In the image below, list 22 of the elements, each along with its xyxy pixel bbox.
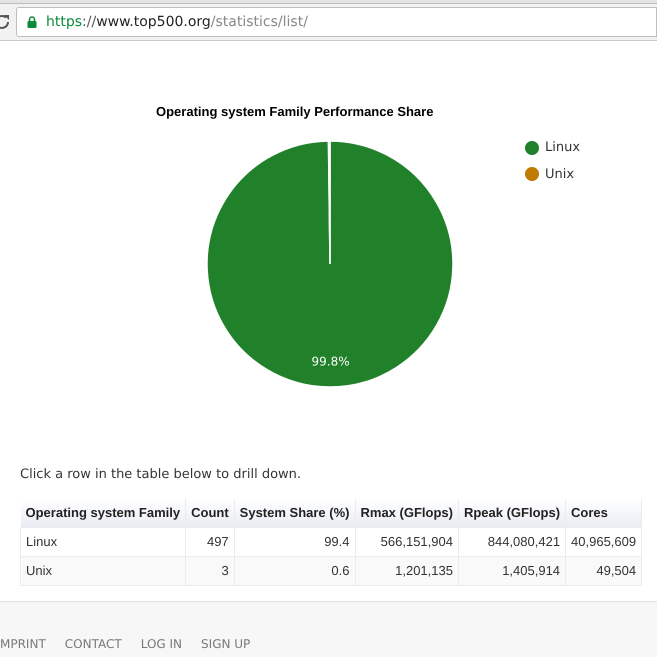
table-row[interactable]: Linux 497 99.4 566,151,904 844,080,421 40,965,609: [20, 528, 642, 556]
table-cell: 1,405,914: [458, 556, 566, 586]
table-cell: 0.6: [234, 556, 355, 586]
instruction-text: Click a row in the table below to drill down.: [20, 466, 302, 484]
data-label: 99.8%: [312, 354, 350, 369]
table-cell: 99.4: [234, 528, 355, 556]
footer-link[interactable]: CONTACT: [64, 635, 122, 653]
table-cell: Linux: [20, 528, 186, 556]
table-cell: 3: [186, 556, 234, 586]
footer-link[interactable]: LOG IN: [140, 635, 182, 653]
footer-link[interactable]: SIGN UP: [201, 635, 250, 653]
lock-icon: [27, 16, 37, 28]
legend-label[interactable]: Linux: [545, 138, 580, 158]
table-cell: 49,504: [566, 556, 642, 586]
legend-label[interactable]: Unix: [545, 164, 574, 184]
table-cell: Unix: [20, 556, 186, 586]
table-cell: 1,201,135: [355, 556, 458, 586]
reload-icon[interactable]: [0, 14, 10, 30]
table-row[interactable]: Unix 3 0.6 1,201,135 1,405,914 49,504: [20, 556, 642, 586]
address-field[interactable]: https://www.top500.org/statistics/list/: [16, 7, 657, 37]
footer-link[interactable]: MPRINT: [0, 635, 46, 653]
chart-title: Operating system Family Performance Share: [156, 103, 434, 121]
